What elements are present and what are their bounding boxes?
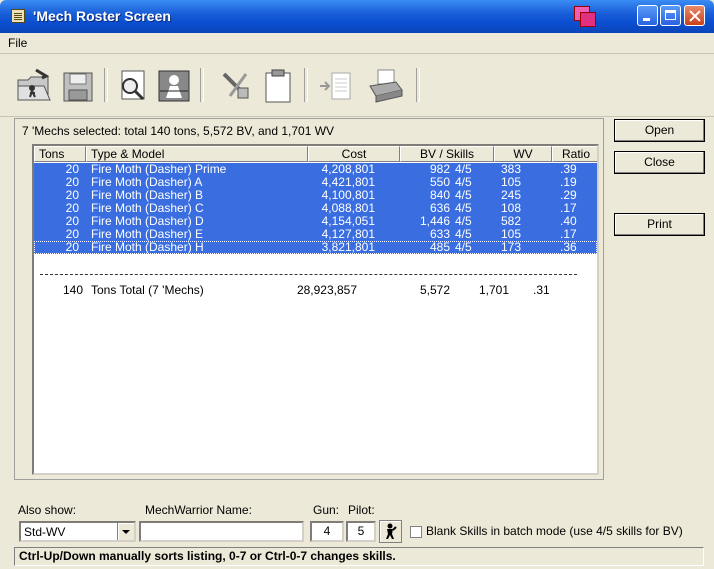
also-show-value: Std-WV: [24, 525, 66, 539]
toolbar-separator: [416, 68, 420, 102]
title-bar[interactable]: 'Mech Roster Screen: [0, 0, 714, 33]
column-header-ratio[interactable]: Ratio: [552, 146, 597, 162]
menu-bar: File: [0, 33, 714, 54]
save-disk-icon[interactable]: [58, 66, 98, 106]
print-button[interactable]: Print: [614, 213, 705, 236]
total-label: Tons Total (7 'Mechs): [91, 283, 204, 297]
app-icon[interactable]: [11, 9, 25, 23]
total-bv: 5,572: [419, 283, 450, 297]
column-header-type-model[interactable]: Type & Model: [86, 146, 308, 162]
blank-skills-checkbox[interactable]: [410, 526, 422, 538]
open-button[interactable]: Open: [614, 119, 705, 142]
window-title: 'Mech Roster Screen: [33, 8, 171, 24]
mechwarrior-name-label: MechWarrior Name:: [145, 503, 252, 517]
cell-tons: 20: [65, 240, 79, 254]
status-bar: Ctrl-Up/Down manually sorts listing, 0-7…: [14, 547, 704, 566]
cell-bv: 485: [429, 240, 450, 254]
column-header-bv-skills[interactable]: BV / Skills: [400, 146, 494, 162]
toolbar-separator: [200, 68, 204, 102]
toolbar: [0, 54, 714, 117]
total-row: 140 Tons Total (7 'Mechs) 28,923,857 5,5…: [34, 283, 597, 297]
total-wv: 1,701: [478, 283, 509, 297]
cell-ratio: .36: [560, 240, 577, 254]
minimize-button[interactable]: [637, 5, 658, 26]
total-tons: 140: [62, 283, 83, 297]
close-button[interactable]: Close: [614, 151, 705, 174]
pilot-button[interactable]: [379, 520, 402, 543]
mech-list[interactable]: Tons Type & Model Cost BV / Skills WV Ra…: [32, 144, 599, 475]
preview-icon[interactable]: [112, 66, 152, 106]
chevron-down-icon[interactable]: [117, 523, 134, 540]
gun-skill-field[interactable]: 4: [310, 521, 344, 542]
column-header-wv[interactable]: WV: [494, 146, 552, 162]
printer-icon[interactable]: [366, 66, 406, 106]
gun-label: Gun:: [313, 503, 340, 517]
cell-cost: 3,821,801: [321, 240, 375, 254]
also-show-dropdown[interactable]: Std-WV: [19, 521, 136, 542]
selection-summary: 7 'Mechs selected: total 140 tons, 5,572…: [22, 124, 335, 138]
total-cost: 28,923,857: [296, 283, 357, 297]
clipboard-icon[interactable]: [258, 66, 298, 106]
toolbar-separator: [104, 68, 108, 102]
toolbar-separator: [304, 68, 308, 102]
pilot-skill-field[interactable]: 5: [346, 521, 376, 542]
table-row[interactable]: 20 Fire Moth (Dasher) H 3,821,801 485 4/…: [34, 241, 597, 254]
cell-skills: 4/5: [455, 240, 472, 254]
maximize-button[interactable]: [660, 5, 681, 26]
also-show-label: Also show:: [18, 503, 77, 517]
roster-icon[interactable]: [154, 66, 194, 106]
total-separator: [40, 274, 577, 275]
export-icon[interactable]: [316, 66, 356, 106]
cell-wv: 173: [500, 240, 521, 254]
total-ratio: .31: [533, 283, 550, 297]
column-header-tons[interactable]: Tons: [34, 146, 86, 162]
cell-model: Fire Moth (Dasher) H: [91, 240, 204, 254]
pilot-icon: [386, 523, 397, 539]
blank-skills-label: Blank Skills in batch mode (use 4/5 skil…: [426, 524, 683, 538]
tools-icon[interactable]: [216, 66, 256, 106]
close-window-button[interactable]: [684, 5, 705, 26]
pilot-label: Pilot:: [348, 503, 375, 517]
cascade-windows-icon: [574, 6, 596, 27]
mechwarrior-name-input[interactable]: [139, 521, 304, 542]
menu-file[interactable]: File: [8, 36, 27, 50]
column-header-cost[interactable]: Cost: [308, 146, 400, 162]
open-folder-icon[interactable]: [14, 66, 54, 106]
